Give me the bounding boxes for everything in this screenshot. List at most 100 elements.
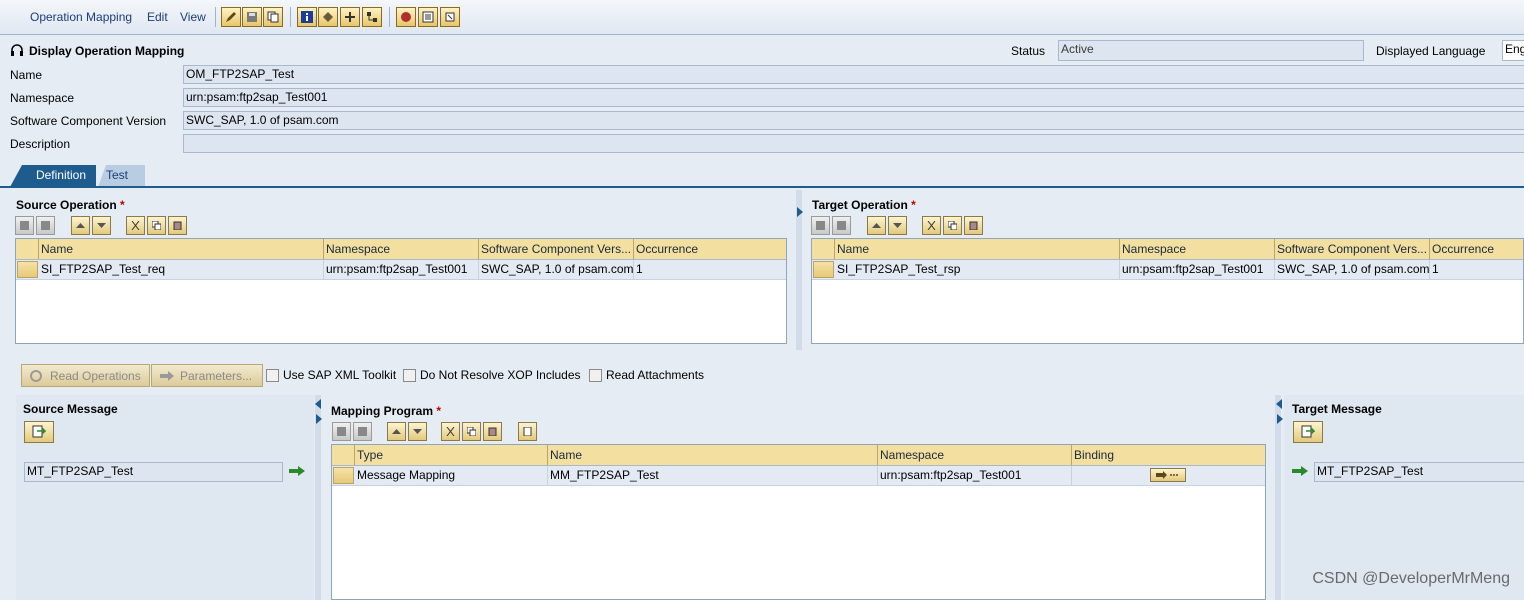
move-down-button[interactable] xyxy=(408,422,427,441)
column-header: Software Component Vers... xyxy=(1275,239,1430,259)
paste-icon xyxy=(488,427,497,436)
tab-test[interactable]: Test xyxy=(98,165,145,187)
info-icon xyxy=(301,11,313,23)
where-used-button[interactable] xyxy=(340,7,360,27)
insert-row-icon xyxy=(20,221,29,230)
select-message-button[interactable] xyxy=(24,421,54,443)
row-selector[interactable] xyxy=(333,467,354,484)
source-message-field: MT_FTP2SAP_Test xyxy=(24,462,283,482)
header-select-cell xyxy=(332,445,355,465)
display-button[interactable] xyxy=(418,7,438,27)
collapse-arrow-icon[interactable] xyxy=(797,207,803,217)
target-operation-table: Name Namespace Software Component Vers..… xyxy=(811,238,1524,344)
read-attachments-label: Read Attachments xyxy=(606,368,705,382)
collapse-arrow-icon[interactable] xyxy=(315,399,321,409)
table-cell xyxy=(1072,466,1265,485)
paste-button[interactable] xyxy=(964,216,983,235)
mapping-program-table: Type Name Namespace Binding Message Mapp… xyxy=(331,444,1266,600)
compare-button[interactable] xyxy=(362,7,382,27)
move-up-button[interactable] xyxy=(71,216,90,235)
column-header: Name xyxy=(39,239,324,259)
parameters-label: Parameters... xyxy=(180,369,253,383)
cut-button[interactable] xyxy=(441,422,460,441)
activate-button[interactable] xyxy=(318,7,338,27)
column-header: Occurrence xyxy=(1430,239,1523,259)
edit-button[interactable] xyxy=(221,7,241,27)
move-up-button[interactable] xyxy=(387,422,406,441)
table-cell: Message Mapping xyxy=(355,466,548,485)
copy-button[interactable] xyxy=(263,7,283,27)
save-icon xyxy=(247,12,257,22)
column-header: Name xyxy=(835,239,1120,259)
table-cell: urn:psam:ftp2sap_Test001 xyxy=(1120,260,1275,279)
cut-button[interactable] xyxy=(922,216,941,235)
read-attachments-checkbox[interactable] xyxy=(589,369,602,382)
binding-button[interactable] xyxy=(1150,468,1186,482)
table-header: Name Namespace Software Component Vers..… xyxy=(812,239,1523,260)
parameters-button[interactable]: Parameters... xyxy=(151,364,263,387)
insert-row-button[interactable] xyxy=(811,216,830,235)
language-select[interactable]: Eng xyxy=(1502,40,1524,61)
insert-row-button[interactable] xyxy=(15,216,34,235)
scissors-icon xyxy=(131,221,140,230)
expand-arrow-icon[interactable] xyxy=(316,414,322,424)
expand-arrow-icon[interactable] xyxy=(1277,414,1283,424)
arrow-down-icon xyxy=(97,223,106,228)
splitter-handle[interactable] xyxy=(315,395,321,600)
table-header: Type Name Namespace Binding xyxy=(332,445,1265,466)
delete-row-button[interactable] xyxy=(36,216,55,235)
delete-row-button[interactable] xyxy=(353,422,372,441)
status-field: Active xyxy=(1058,40,1364,61)
copy-row-button[interactable] xyxy=(462,422,481,441)
row-selector[interactable] xyxy=(17,261,38,278)
namespace-field: urn:psam:ftp2sap_Test001 xyxy=(183,88,1524,107)
table-row[interactable]: SI_FTP2SAP_Test_rsp urn:psam:ftp2sap_Tes… xyxy=(812,260,1523,280)
read-operations-icon xyxy=(30,370,42,382)
read-operations-button[interactable]: Read Operations xyxy=(21,364,150,387)
target-operation-panel: Target Operation * Name Namespace Softwa… xyxy=(806,190,1524,350)
menubar: Operation Mapping Edit View xyxy=(0,0,1524,35)
select-message-button[interactable] xyxy=(1293,421,1323,443)
delete-row-button[interactable] xyxy=(832,216,851,235)
source-operation-title: Source Operation * xyxy=(16,198,125,212)
paste-button[interactable] xyxy=(483,422,502,441)
table-cell: MM_FTP2SAP_Test xyxy=(548,466,878,485)
move-up-button[interactable] xyxy=(867,216,886,235)
splitter-handle[interactable] xyxy=(1275,395,1281,600)
paste-button[interactable] xyxy=(168,216,187,235)
copy-row-button[interactable] xyxy=(943,216,962,235)
details-button[interactable] xyxy=(518,422,537,441)
info-button[interactable] xyxy=(297,7,317,27)
save-button[interactable] xyxy=(242,7,262,27)
table-header: Name Namespace Software Component Vers..… xyxy=(16,239,786,260)
insert-row-button[interactable] xyxy=(332,422,351,441)
menu-operation-mapping[interactable]: Operation Mapping xyxy=(30,10,132,24)
column-header: Binding xyxy=(1072,445,1265,465)
row-selector[interactable] xyxy=(813,261,834,278)
table-row[interactable]: Message Mapping MM_FTP2SAP_Test urn:psam… xyxy=(332,466,1265,486)
menu-view[interactable]: View xyxy=(180,10,206,24)
table-cell: SWC_SAP, 1.0 of psam.com xyxy=(1275,260,1430,279)
headset-icon xyxy=(11,44,23,56)
cut-button[interactable] xyxy=(126,216,145,235)
collapse-arrow-icon[interactable] xyxy=(1276,399,1282,409)
swcv-label: Software Component Version xyxy=(10,114,167,128)
delete-row-icon xyxy=(41,221,50,230)
history-button[interactable] xyxy=(440,7,460,27)
copy-row-button[interactable] xyxy=(147,216,166,235)
move-down-button[interactable] xyxy=(92,216,111,235)
arrow-right-icon xyxy=(160,371,174,381)
paste-icon xyxy=(969,221,978,230)
arrow-up-icon xyxy=(872,223,881,228)
where-used-icon xyxy=(345,12,355,22)
delete-button[interactable] xyxy=(396,7,416,27)
table-cell: SI_FTP2SAP_Test_req xyxy=(39,260,324,279)
table-row[interactable]: SI_FTP2SAP_Test_req urn:psam:ftp2sap_Tes… xyxy=(16,260,786,280)
insert-row-icon xyxy=(816,221,825,230)
tab-definition[interactable]: Definition xyxy=(10,165,96,187)
column-header: Name xyxy=(548,445,878,465)
no-resolve-xop-checkbox[interactable] xyxy=(403,369,416,382)
menu-edit[interactable]: Edit xyxy=(147,10,168,24)
move-down-button[interactable] xyxy=(888,216,907,235)
use-xml-toolkit-checkbox[interactable] xyxy=(266,369,279,382)
